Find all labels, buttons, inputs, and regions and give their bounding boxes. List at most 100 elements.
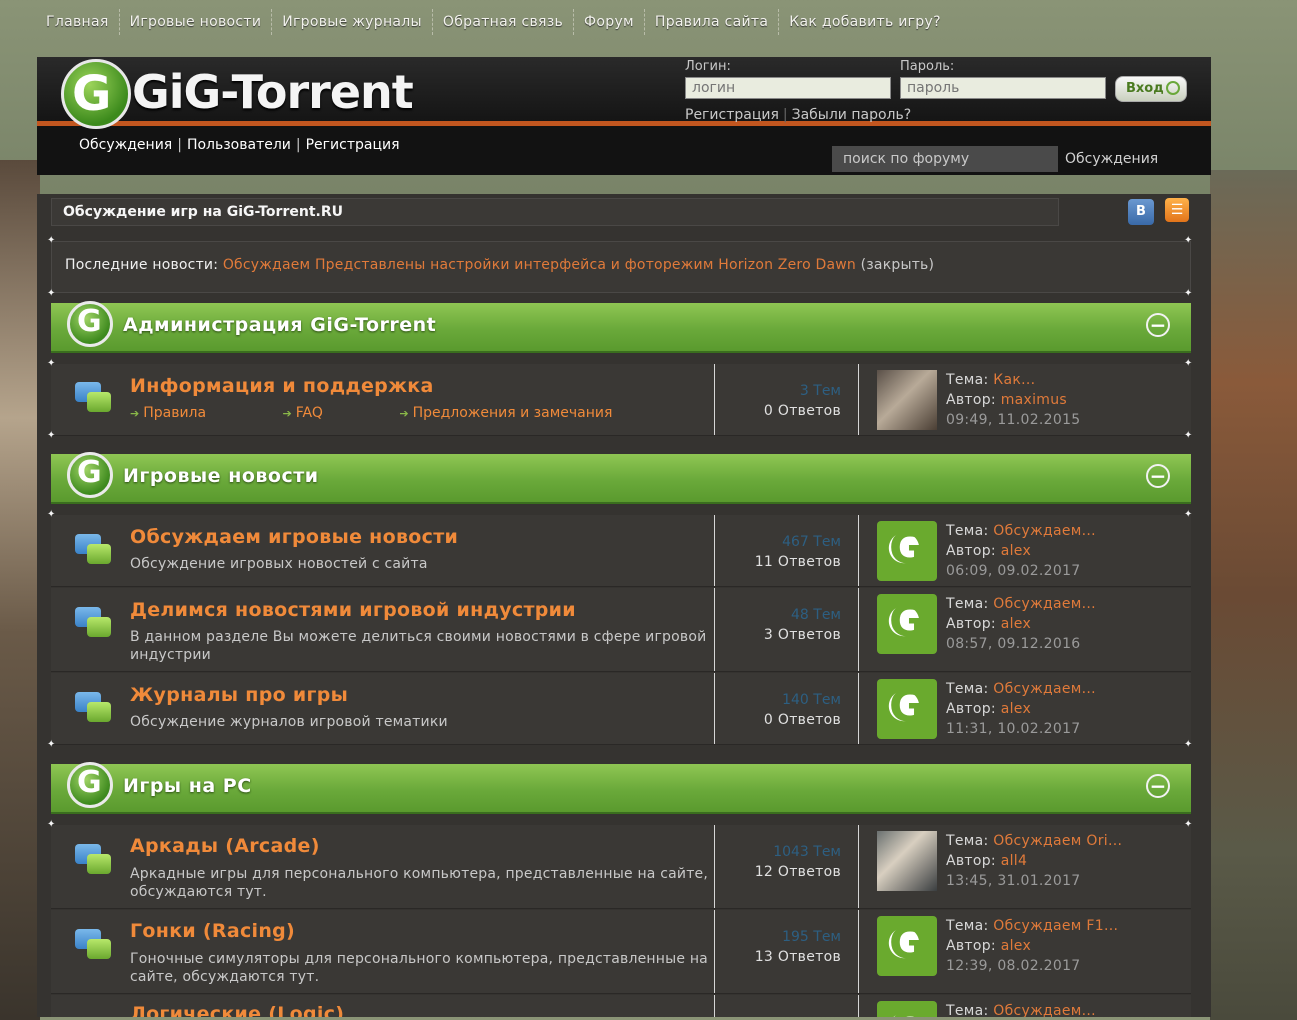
- news-close-link[interactable]: (закрыть): [861, 257, 935, 273]
- last-author-link[interactable]: alex: [1001, 938, 1031, 954]
- reply-count: 11 Ответов: [754, 554, 841, 570]
- avatar[interactable]: [877, 916, 937, 976]
- forum-search-input[interactable]: поиск по форуму: [832, 146, 1058, 172]
- sparkle-icon: ✦: [47, 819, 56, 830]
- search-scope-select[interactable]: Обсуждения: [1065, 151, 1158, 167]
- logo-icon: [1166, 81, 1180, 95]
- last-topic-link[interactable]: Обсуждаем Ori...: [993, 833, 1122, 849]
- password-input[interactable]: [900, 77, 1106, 99]
- column-divider: [714, 515, 715, 586]
- category-header: G Администрация GiG-Torrent −: [51, 301, 1191, 353]
- forum-title[interactable]: Гонки (Racing): [130, 920, 295, 942]
- sparkle-icon: ✦: [1184, 430, 1193, 441]
- last-post-date: 11:31, 10.02.2017: [946, 721, 1081, 737]
- nav-game-magazines[interactable]: Игровые журналы: [272, 14, 432, 30]
- collapse-icon[interactable]: −: [1146, 464, 1170, 488]
- sparkle-icon: ✦: [47, 509, 56, 520]
- last-author-link[interactable]: alex: [1001, 543, 1031, 559]
- last-topic-link[interactable]: Как...: [993, 372, 1035, 388]
- last-topic-link[interactable]: Обсуждаем F1...: [993, 918, 1118, 934]
- forum-title[interactable]: Информация и поддержка: [130, 375, 434, 397]
- nav-add-game[interactable]: Как добавить игру?: [779, 14, 951, 30]
- nav-home[interactable]: Главная: [36, 14, 119, 30]
- topic-count: 1043 Тем: [773, 844, 841, 860]
- author-label: Автор:: [946, 938, 1001, 954]
- topic-count: 140 Тем: [782, 692, 841, 708]
- avatar[interactable]: [877, 679, 937, 739]
- subnav-users[interactable]: Пользователи: [187, 137, 291, 153]
- category-title[interactable]: Игры на PC: [123, 775, 252, 797]
- page-title: Обсуждение игр на GiG-Torrent.RU: [51, 198, 1059, 226]
- subforum-link[interactable]: ➔ Предложения и замечания: [399, 405, 648, 421]
- rss-feed-icon[interactable]: ☰: [1165, 198, 1189, 222]
- site-logo-text[interactable]: GiG-Torrent: [132, 65, 414, 119]
- last-topic-link[interactable]: Обсуждаем...: [993, 1003, 1096, 1017]
- category-title[interactable]: Игровые новости: [123, 465, 319, 487]
- subnav-discussions[interactable]: Обсуждения: [79, 137, 172, 153]
- topic-label: Тема:: [946, 918, 994, 934]
- sparkle-icon: ✦: [1184, 288, 1193, 299]
- last-author-link[interactable]: all4: [1001, 853, 1027, 869]
- topic-count: 195 Тем: [782, 929, 841, 945]
- subforum-link[interactable]: ➔ FAQ: [283, 405, 359, 421]
- forum-description: Аркадные игры для персонального компьюте…: [130, 866, 709, 900]
- last-topic-link[interactable]: Обсуждаем...: [993, 681, 1096, 697]
- nav-feedback[interactable]: Обратная связь: [433, 14, 573, 30]
- avatar[interactable]: [877, 1001, 937, 1017]
- last-post: Тема: Обсуждаем Ori... Автор: all4 13:45…: [946, 831, 1122, 891]
- separator: |: [177, 137, 182, 153]
- background-left-art: [0, 160, 40, 1020]
- category-title[interactable]: Администрация GiG-Torrent: [123, 314, 436, 336]
- forum-title[interactable]: Делимся новостями игровой индустрии: [130, 599, 576, 621]
- forum-title[interactable]: Логические (Logic): [130, 1003, 344, 1017]
- column-divider: [858, 825, 859, 908]
- last-topic-link[interactable]: Обсуждаем...: [993, 523, 1096, 539]
- site-logo-icon[interactable]: G: [61, 59, 131, 129]
- sparkle-icon: ✦: [1184, 739, 1193, 750]
- avatar[interactable]: [877, 594, 937, 654]
- subnav-register[interactable]: Регистрация: [306, 137, 400, 153]
- nav-site-rules[interactable]: Правила сайта: [645, 14, 778, 30]
- column-divider: [858, 910, 859, 993]
- nav-game-news[interactable]: Игровые новости: [120, 14, 272, 30]
- forum-row: Журналы про игры Обсуждение журналов игр…: [51, 673, 1191, 745]
- last-author-link[interactable]: alex: [1001, 701, 1031, 717]
- author-label: Автор:: [946, 616, 1001, 632]
- forum-bubbles-icon: [75, 607, 111, 639]
- column-divider: [858, 364, 859, 435]
- last-author-link[interactable]: alex: [1001, 616, 1031, 632]
- last-post: Тема: Обсуждаем F1... Автор: alex 12:39,…: [946, 916, 1118, 976]
- last-author-link[interactable]: maximus: [1001, 392, 1067, 408]
- nav-forum[interactable]: Форум: [574, 14, 644, 30]
- collapse-icon[interactable]: −: [1146, 774, 1170, 798]
- password-label: Пароль:: [900, 59, 955, 74]
- topic-label: Тема:: [946, 523, 994, 539]
- category-header: G Игры на PC −: [51, 762, 1191, 814]
- last-post-date: 13:45, 31.01.2017: [946, 873, 1081, 889]
- forum-title[interactable]: Обсуждаем игровые новости: [130, 526, 458, 548]
- avatar[interactable]: [877, 831, 937, 891]
- collapse-icon[interactable]: −: [1146, 313, 1170, 337]
- subforum-link[interactable]: ➔ Правила: [130, 405, 242, 421]
- separator: |: [295, 137, 301, 153]
- vk-share-icon[interactable]: B: [1128, 199, 1154, 225]
- forgot-password-link[interactable]: Забыли пароль?: [792, 107, 912, 123]
- forum-title[interactable]: Аркады (Arcade): [130, 835, 320, 857]
- column-divider: [714, 364, 715, 435]
- forum-main: Обсуждение игр на GiG-Torrent.RU B ☰ Пос…: [37, 194, 1211, 1017]
- column-divider: [714, 673, 715, 744]
- separator: |: [782, 107, 788, 123]
- login-button[interactable]: Вход: [1115, 76, 1187, 102]
- last-post-date: 08:57, 09.12.2016: [946, 636, 1081, 652]
- avatar[interactable]: [877, 370, 937, 430]
- login-input[interactable]: [685, 77, 891, 99]
- last-topic-link[interactable]: Обсуждаем...: [993, 596, 1096, 612]
- author-label: Автор:: [946, 543, 1001, 559]
- register-link[interactable]: Регистрация: [685, 107, 779, 123]
- forum-row: Гонки (Racing) Гоночные симуляторы для п…: [51, 910, 1191, 994]
- news-link[interactable]: Обсуждаем Представлены настройки интерфе…: [223, 257, 856, 273]
- forum-title[interactable]: Журналы про игры: [130, 684, 348, 706]
- column-divider: [714, 995, 715, 1017]
- avatar[interactable]: [877, 521, 937, 581]
- reply-count: 13 Ответов: [754, 949, 841, 965]
